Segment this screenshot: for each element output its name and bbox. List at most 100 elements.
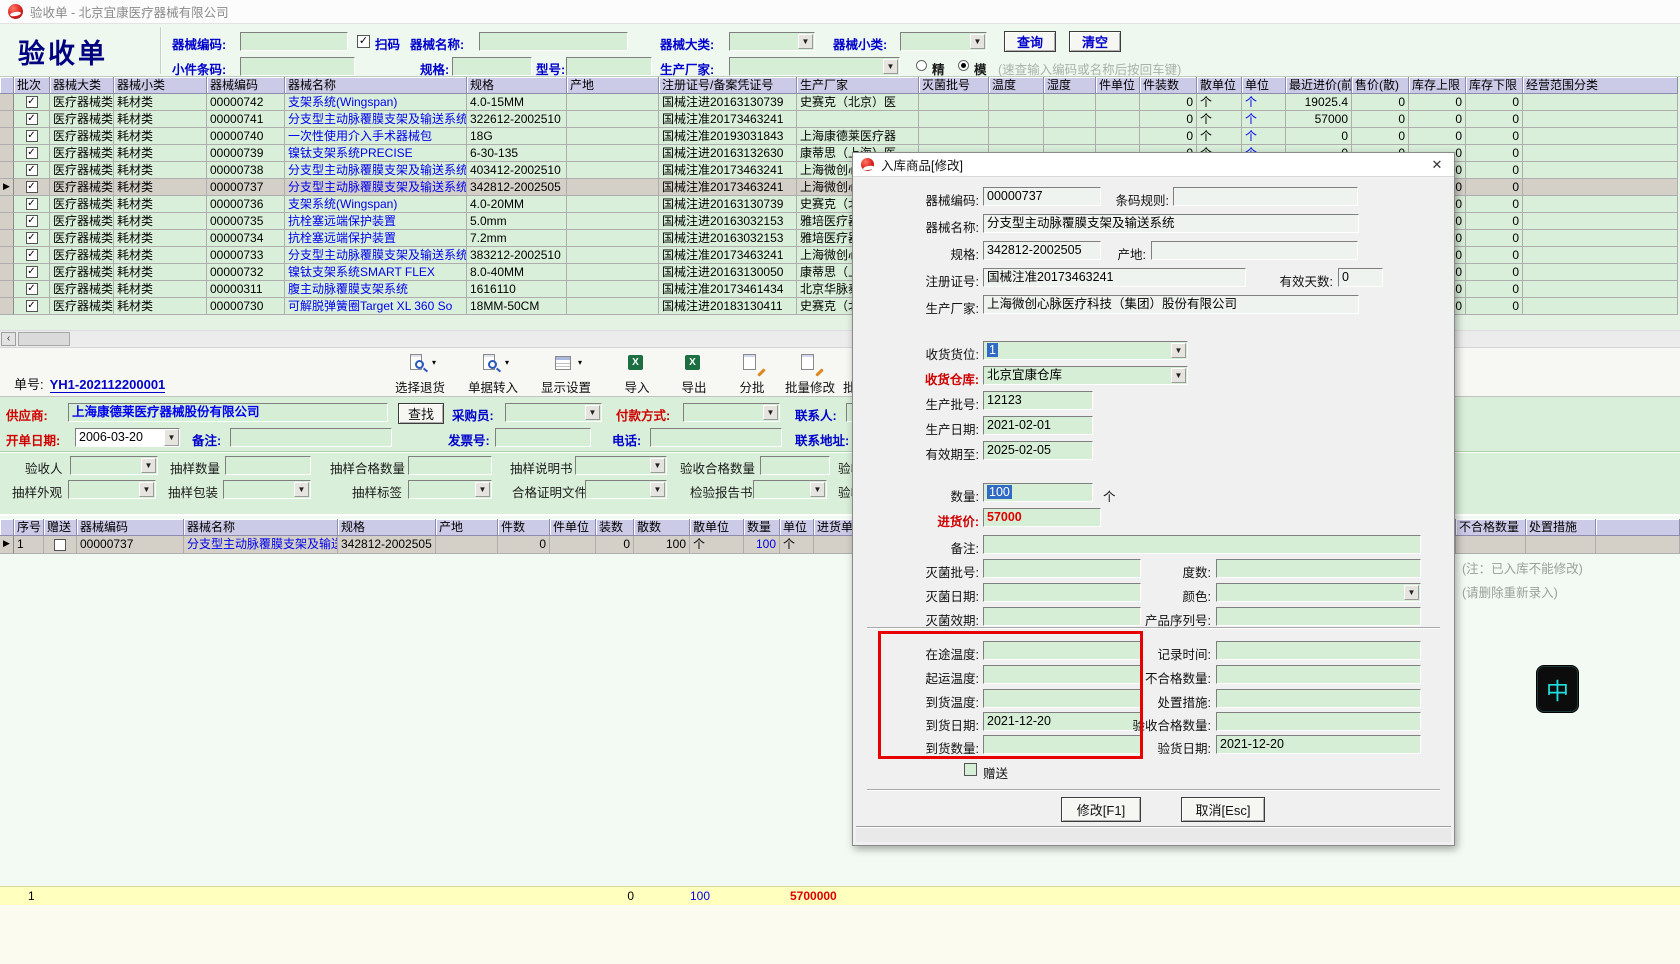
cell[interactable]: 国械注准20173463241 [659, 162, 797, 179]
scan-checkbox[interactable]: ✓ [357, 35, 370, 48]
chevron-down-icon[interactable]: ▼ [585, 405, 600, 420]
precise-radio[interactable] [916, 60, 927, 71]
cell[interactable]: 医疗器械类 [50, 264, 114, 281]
column-header[interactable]: 单位 [1242, 77, 1286, 94]
d-batch-field[interactable]: 12123 [983, 391, 1093, 410]
cell[interactable]: 00000740 [207, 128, 285, 145]
column-header[interactable]: 注册证号/备案凭证号 [659, 77, 797, 94]
cell[interactable]: 国械注进20163130739 [659, 94, 797, 111]
cell[interactable]: 00000737 [77, 536, 184, 554]
d-remark-field[interactable] [983, 535, 1421, 554]
cell[interactable] [919, 128, 989, 145]
row-checkbox[interactable]: ✓ [26, 300, 38, 312]
cell[interactable]: 分支型主动脉覆膜支架及输送系统 [285, 111, 467, 128]
cell[interactable]: 0 [1466, 128, 1523, 145]
cell[interactable]: 医疗器械类 [50, 145, 114, 162]
cell[interactable] [1523, 145, 1678, 162]
order-number-value[interactable]: YH1-202112200001 [50, 377, 166, 393]
cell[interactable] [1044, 94, 1096, 111]
d-prod-date-field[interactable]: 2021-02-01 [983, 416, 1093, 435]
cell[interactable]: 0 [1140, 111, 1197, 128]
chevron-down-icon[interactable]: ▼ [970, 34, 985, 49]
cell[interactable]: 医疗器械类 [50, 179, 114, 196]
column-header[interactable]: 装数 [596, 519, 634, 536]
column-header[interactable]: 散单位 [1197, 77, 1242, 94]
cell[interactable]: 国械注准20173463241 [659, 179, 797, 196]
dialog-row-field[interactable]: 2021-12-20 [1216, 735, 1421, 754]
phone-input[interactable] [650, 428, 782, 447]
chevron-down-icon[interactable]: ▼ [294, 482, 309, 497]
dialog-row-field[interactable] [1216, 665, 1421, 684]
cell[interactable] [567, 179, 659, 196]
cell[interactable]: 国械注进20163130050 [659, 264, 797, 281]
cell[interactable]: 耗材类 [114, 145, 207, 162]
cell[interactable]: 耗材类 [114, 128, 207, 145]
model-input[interactable] [566, 57, 652, 76]
column-header[interactable]: 件装数 [1140, 77, 1197, 94]
cell[interactable]: 4.0-15MM [467, 94, 567, 111]
cell[interactable]: 耗材类 [114, 94, 207, 111]
chevron-down-icon[interactable]: ▼ [139, 482, 154, 497]
cell[interactable]: 个 [1197, 111, 1242, 128]
cell[interactable]: 耗材类 [114, 196, 207, 213]
toolbar-item[interactable]: 批量修改 [777, 354, 843, 396]
cell[interactable] [1096, 94, 1140, 111]
sample-ok-input[interactable] [408, 456, 492, 475]
cell[interactable]: 医疗器械类 [50, 94, 114, 111]
chevron-down-icon[interactable]: ▼ [883, 59, 898, 74]
column-header[interactable]: 产地 [567, 77, 659, 94]
column-header[interactable]: 单位 [780, 519, 814, 536]
cell[interactable] [1044, 128, 1096, 145]
cell[interactable]: 个 [690, 536, 744, 554]
cell[interactable]: 0 [1466, 145, 1523, 162]
cell[interactable] [567, 128, 659, 145]
cell[interactable]: 国械注准20173463241 [659, 247, 797, 264]
cell[interactable]: 0 [1140, 94, 1197, 111]
d-warehouse-select[interactable]: 北京宜康仓库▼ [983, 366, 1188, 385]
cell[interactable]: 国械注进20163032153 [659, 213, 797, 230]
cell[interactable]: 医疗器械类 [50, 213, 114, 230]
cell[interactable]: 0 [596, 536, 634, 554]
cell[interactable]: 1616110 [467, 281, 567, 298]
ime-indicator[interactable]: 中 [1537, 666, 1578, 712]
buyer-select[interactable]: ▼ [505, 403, 602, 422]
cell[interactable]: 0 [1466, 111, 1523, 128]
scrollbar-thumb[interactable] [18, 332, 70, 346]
table-row[interactable]: ✓医疗器械类耗材类00000740一次性使用介入手术器械包18G国械注准2019… [0, 128, 1680, 145]
cell[interactable] [1523, 128, 1678, 145]
sample-pack-select[interactable]: ▼ [223, 480, 311, 499]
cell[interactable]: 0 [1466, 264, 1523, 281]
cell[interactable]: 7.2mm [467, 230, 567, 247]
row-checkbox[interactable]: ✓ [26, 266, 38, 278]
cancel-button[interactable]: 取消[Esc] [1181, 797, 1265, 822]
cell[interactable]: 0 [1352, 128, 1409, 145]
cell[interactable] [567, 94, 659, 111]
toolbar-item[interactable]: ▾选择退货 [387, 354, 453, 396]
cell[interactable] [567, 111, 659, 128]
cell[interactable]: 耗材类 [114, 162, 207, 179]
cell[interactable]: 1 [14, 536, 44, 554]
column-header[interactable]: 件单位 [1096, 77, 1140, 94]
cell[interactable]: 322612-2002510 [467, 111, 567, 128]
cell[interactable]: 耗材类 [114, 230, 207, 247]
cell[interactable]: 耗材类 [114, 281, 207, 298]
chevron-down-icon[interactable]: ▼ [763, 405, 778, 420]
cell[interactable] [1523, 281, 1678, 298]
table-row[interactable]: ✓医疗器械类耗材类00000741分支型主动脉覆膜支架及输送系统322612-2… [0, 111, 1680, 128]
cell[interactable]: 00000742 [207, 94, 285, 111]
cell[interactable]: 医疗器械类 [50, 162, 114, 179]
cell[interactable]: ✓ [14, 145, 50, 162]
cell[interactable] [550, 536, 596, 554]
row-checkbox[interactable]: ✓ [26, 130, 38, 142]
chevron-down-icon[interactable]: ▼ [164, 429, 179, 446]
cell[interactable]: 5.0mm [467, 213, 567, 230]
chevron-down-icon[interactable]: ▼ [650, 482, 665, 497]
cell[interactable]: 支架系统(Wingspan) [285, 94, 467, 111]
cell[interactable] [567, 196, 659, 213]
cell[interactable]: 19025.4 [1286, 94, 1352, 111]
cell[interactable]: ✓ [14, 111, 50, 128]
cell[interactable]: 4.0-20MM [467, 196, 567, 213]
cell[interactable] [1456, 536, 1526, 554]
chevron-down-icon[interactable]: ▼ [475, 482, 490, 497]
cell[interactable]: 6-30-135 [467, 145, 567, 162]
